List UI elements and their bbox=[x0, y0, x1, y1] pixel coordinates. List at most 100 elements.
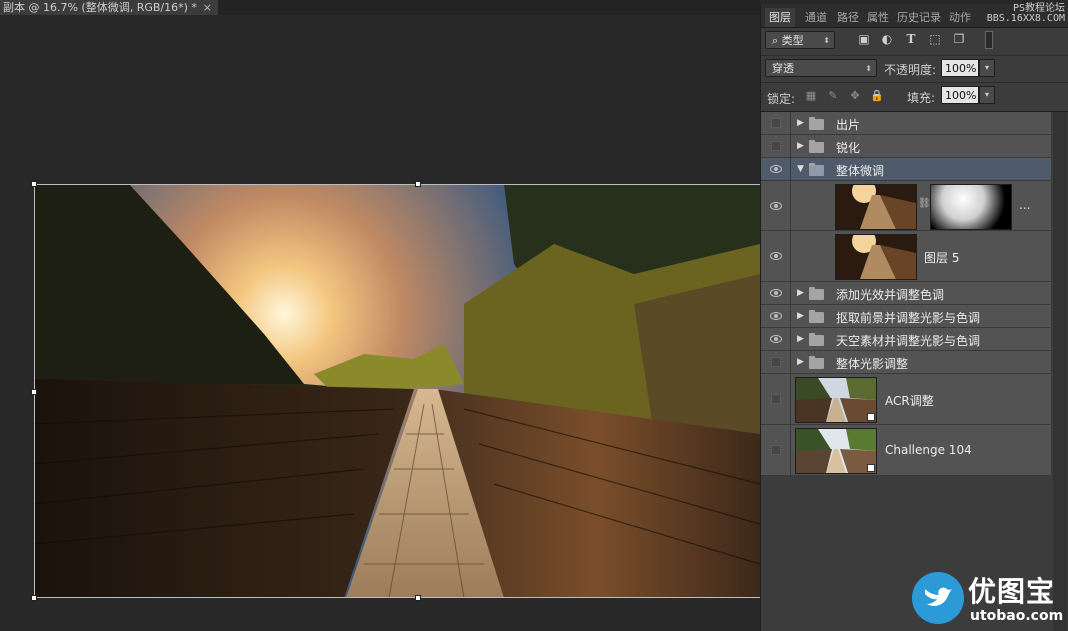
folder-icon bbox=[809, 356, 824, 369]
layer-row-smart-object[interactable]: ACR调整 bbox=[761, 374, 1051, 425]
visibility-off-icon bbox=[771, 394, 781, 404]
folder-icon bbox=[809, 117, 824, 130]
fill-label: 填充: bbox=[907, 91, 936, 105]
visibility-toggle[interactable] bbox=[761, 374, 791, 424]
document-tab-title: 副本 @ 16.7% (整体微调, RGB/16*) * bbox=[3, 1, 197, 14]
visibility-toggle[interactable] bbox=[761, 181, 791, 230]
expand-arrow-icon[interactable]: ▶ bbox=[797, 334, 804, 344]
eye-icon bbox=[770, 202, 782, 210]
lock-transparent-icon[interactable]: ▦ bbox=[804, 89, 818, 103]
layer-row-group[interactable]: ▶ 出片 bbox=[761, 112, 1051, 135]
eye-icon bbox=[770, 289, 782, 297]
opacity-input[interactable]: 100% bbox=[941, 59, 979, 77]
blend-mode-dropdown[interactable]: 穿透 ⬍ bbox=[765, 59, 877, 77]
expand-arrow-icon[interactable]: ▶ bbox=[797, 118, 804, 128]
layer-row[interactable]: 图层 5 bbox=[761, 231, 1051, 282]
expand-arrow-icon[interactable]: ▶ bbox=[797, 357, 804, 367]
eye-icon bbox=[770, 312, 782, 320]
visibility-toggle[interactable] bbox=[761, 351, 791, 373]
layer-name: 天空素材并调整光影与色调 bbox=[836, 334, 981, 348]
transform-handle-tl[interactable] bbox=[31, 181, 37, 187]
filter-type-icon[interactable]: T bbox=[904, 32, 918, 46]
layer-row-group[interactable]: ▶ 天空素材并调整光影与色调 bbox=[761, 328, 1051, 351]
layer-row-group[interactable]: ▶ 锐化 bbox=[761, 135, 1051, 158]
tab-paths[interactable]: 路径 bbox=[833, 8, 863, 27]
canvas-image[interactable] bbox=[34, 184, 760, 598]
filter-toggle-icon[interactable] bbox=[985, 31, 993, 49]
chevron-updown-icon: ⬍ bbox=[865, 64, 872, 73]
layer-thumbnail[interactable] bbox=[795, 428, 877, 474]
transform-handle-top[interactable] bbox=[415, 181, 421, 187]
visibility-off-icon bbox=[771, 357, 781, 367]
site-logo: 优图宝 utobao.com bbox=[912, 570, 1068, 631]
layer-name: ACR调整 bbox=[885, 394, 934, 408]
visibility-toggle[interactable] bbox=[761, 112, 791, 134]
visibility-toggle[interactable] bbox=[761, 305, 791, 327]
tab-history[interactable]: 历史记录 bbox=[893, 8, 945, 27]
visibility-off-icon bbox=[771, 141, 781, 151]
lock-all-icon[interactable]: 🔒 bbox=[870, 89, 884, 103]
visibility-toggle[interactable] bbox=[761, 282, 791, 304]
layer-name: 锐化 bbox=[836, 141, 861, 155]
layer-name: 整体微调 bbox=[836, 164, 885, 178]
filter-smart-object-icon[interactable]: ❐ bbox=[952, 32, 966, 46]
fill-slider-button[interactable]: ▾ bbox=[979, 86, 995, 104]
tab-properties[interactable]: 属性 bbox=[863, 8, 893, 27]
expand-arrow-icon[interactable]: ▶ bbox=[797, 288, 804, 298]
fill-input[interactable]: 100% bbox=[941, 86, 979, 104]
transform-bbox-bottom bbox=[34, 597, 760, 598]
opacity-slider-button[interactable]: ▾ bbox=[979, 59, 995, 77]
visibility-toggle[interactable] bbox=[761, 425, 791, 475]
layer-row-group[interactable]: ▶ 整体光影调整 bbox=[761, 351, 1051, 374]
mask-thumbnail[interactable] bbox=[930, 184, 1012, 230]
transform-bbox-top bbox=[34, 184, 760, 185]
layer-row-group-selected[interactable]: ▼ 整体微调 bbox=[761, 158, 1051, 181]
visibility-toggle[interactable] bbox=[761, 135, 791, 157]
filter-row: ⌕ 类型 ⬍ ▣ ◐ T ⬚ ❐ bbox=[761, 27, 1068, 56]
tab-layers[interactable]: 图层 bbox=[765, 8, 795, 27]
folder-icon bbox=[809, 310, 824, 323]
layer-row-group[interactable]: ▶ 添加光效并调整色调 bbox=[761, 282, 1051, 305]
link-chain-icon[interactable]: ⛓ bbox=[918, 198, 931, 209]
layer-thumbnail[interactable] bbox=[795, 377, 877, 423]
filter-adjustment-icon[interactable]: ◐ bbox=[880, 32, 894, 46]
document-tab[interactable]: 副本 @ 16.7% (整体微调, RGB/16*) * × bbox=[0, 0, 218, 15]
layer-name: 图层 5 bbox=[924, 251, 960, 265]
tab-channels[interactable]: 通道 bbox=[801, 8, 831, 27]
layer-name: Challenge 104 bbox=[885, 443, 972, 457]
transform-handle-bl[interactable] bbox=[31, 595, 37, 601]
expand-arrow-icon[interactable]: ▶ bbox=[797, 311, 804, 321]
layer-row-with-mask[interactable]: ⛓ ... bbox=[761, 181, 1051, 231]
blend-row: 穿透 ⬍ 不透明度: 100% ▾ bbox=[761, 56, 1068, 83]
layer-name: 添加光效并调整色调 bbox=[836, 288, 945, 302]
layers-scrollbar[interactable] bbox=[1053, 112, 1067, 631]
tab-actions[interactable]: 动作 bbox=[945, 8, 975, 27]
layer-row-group[interactable]: ▶ 抠取前景并调整光影与色调 bbox=[761, 305, 1051, 328]
transform-handle-bottom[interactable] bbox=[415, 595, 421, 601]
layer-row-smart-object[interactable]: Challenge 104 bbox=[761, 425, 1051, 476]
search-icon: ⌕ bbox=[772, 34, 782, 47]
logo-text: 优图宝 bbox=[968, 575, 1056, 608]
logo-url: utobao.com bbox=[970, 608, 1064, 624]
filter-kind-dropdown[interactable]: ⌕ 类型 ⬍ bbox=[765, 31, 835, 49]
layer-thumbnail[interactable] bbox=[835, 184, 917, 230]
expand-arrow-icon[interactable]: ▶ bbox=[797, 141, 804, 151]
smart-object-icon bbox=[867, 464, 875, 472]
filter-shape-icon[interactable]: ⬚ bbox=[928, 32, 942, 46]
panel-tab-bar: 图层 通道 路径 属性 历史记录 动作 PS教程论坛 BBS.16XX8.COM bbox=[761, 4, 1068, 28]
layers-panel: 图层 通道 路径 属性 历史记录 动作 PS教程论坛 BBS.16XX8.COM… bbox=[760, 4, 1068, 631]
transform-handle-left[interactable] bbox=[31, 389, 37, 395]
lock-position-icon[interactable]: ✥ bbox=[848, 89, 862, 103]
lock-paint-icon[interactable]: ✎ bbox=[826, 89, 840, 103]
visibility-toggle[interactable] bbox=[761, 328, 791, 350]
filter-pixel-icon[interactable]: ▣ bbox=[857, 32, 871, 46]
visibility-toggle[interactable] bbox=[761, 231, 791, 281]
close-icon[interactable]: × bbox=[203, 0, 212, 15]
folder-icon bbox=[809, 287, 824, 300]
smart-object-icon bbox=[867, 413, 875, 421]
chevron-updown-icon: ⬍ bbox=[823, 36, 830, 45]
layer-thumbnail[interactable] bbox=[835, 234, 917, 280]
visibility-toggle[interactable] bbox=[761, 158, 791, 180]
collapse-arrow-icon[interactable]: ▼ bbox=[797, 164, 804, 174]
layer-name: 抠取前景并调整光影与色调 bbox=[836, 311, 981, 325]
